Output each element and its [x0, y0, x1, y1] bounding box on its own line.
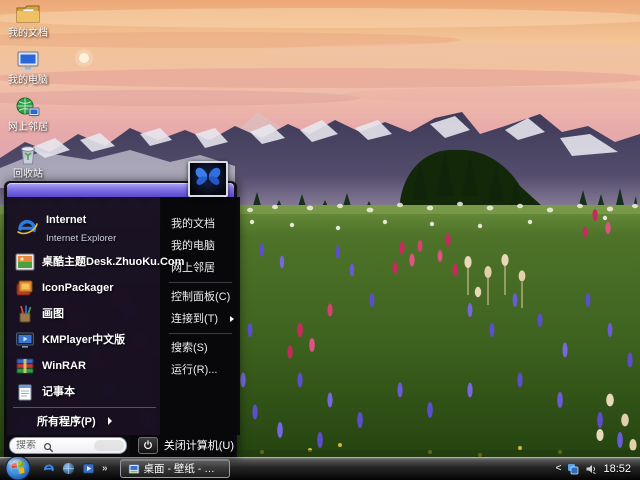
menu-separator	[169, 333, 233, 334]
tray-volume-icon[interactable]	[585, 463, 597, 475]
desktop-icon-my-documents[interactable]: 我的文档	[1, 2, 55, 40]
menu-item-internet[interactable]: Internet Internet Explorer	[13, 207, 156, 249]
menu-item-my-documents[interactable]: 我的文档	[161, 213, 240, 235]
menu-item-title: IconPackager	[42, 281, 114, 294]
shutdown-area[interactable]: 关闭计算机(U)	[129, 435, 234, 457]
desktop-icon-my-computer[interactable]: 我的电脑	[1, 49, 55, 87]
submenu-arrow-icon	[107, 417, 112, 425]
menu-item-control-panel[interactable]: 控制面板(C)	[161, 286, 240, 308]
power-icon	[137, 436, 158, 454]
shutdown-label: 关闭计算机(U)	[163, 440, 234, 452]
menu-item-title: Internet	[46, 214, 87, 226]
quick-launch: »	[42, 462, 108, 475]
menu-item-title: 画图	[42, 307, 64, 320]
search-area	[7, 435, 130, 457]
menu-item-title: KMPlayer中文版	[42, 333, 126, 346]
start-button[interactable]	[5, 455, 31, 480]
desktop-icon-recycle-bin[interactable]: 回收站	[1, 143, 55, 181]
my-computer-icon	[15, 49, 41, 73]
taskbar-clock[interactable]: 18:52	[603, 463, 631, 475]
menu-item-connect-to[interactable]: 连接到(T)	[161, 308, 240, 330]
my-documents-icon	[15, 2, 41, 26]
search-box-end-cap	[93, 439, 124, 451]
desktop-icon-label: 网上邻居	[8, 122, 48, 133]
desktop-icon-label: 我的电脑	[8, 75, 48, 86]
quick-launch-globe-icon[interactable]	[62, 462, 75, 475]
search-icon	[43, 440, 54, 453]
menu-item-my-computer[interactable]: 我的电脑	[161, 235, 240, 257]
butterfly-avatar-icon	[192, 163, 224, 196]
menu-item-notepad[interactable]: 记事本	[13, 379, 156, 405]
quick-launch-internet-explorer-icon[interactable]	[42, 462, 55, 475]
desktop-icon-list: 我的文档 我的电脑 网上邻居 回收站	[1, 2, 55, 181]
menu-item-kmplayer[interactable]: KMPlayer中文版	[13, 327, 156, 353]
start-menu-left-column: Internet Internet Explorer 桌酷主题Desk.Zhuo…	[7, 197, 184, 435]
taskbar-window-button[interactable]: 桌面 - 壁纸 - 桌酷壁...	[119, 459, 230, 478]
network-places-icon	[15, 96, 41, 120]
all-programs-label: 所有程序(P)	[37, 416, 96, 428]
start-menu-bottom: 关闭计算机(U)	[7, 435, 234, 457]
desktop-icon-label: 我的文档	[8, 28, 48, 39]
menu-item-zhuoku-theme[interactable]: 桌酷主题Desk.ZhuoKu.Com	[13, 249, 184, 275]
desktop-icon-network-places[interactable]: 网上邻居	[1, 96, 55, 134]
quick-launch-overflow-chevron[interactable]: »	[102, 463, 108, 474]
menu-item-title: WinRAR	[42, 359, 86, 372]
menu-item-subtitle: Internet Explorer	[46, 233, 117, 244]
window-button-icon	[128, 463, 140, 475]
iconpackager-icon	[15, 278, 35, 298]
screen: 我的文档 我的电脑 网上邻居 回收站 Internet Internet Exp…	[0, 0, 640, 480]
menu-item-network-places[interactable]: 网上邻居	[161, 257, 240, 279]
tray-display-icon[interactable]	[567, 463, 579, 475]
paint-icon	[15, 304, 35, 324]
start-menu-right-column: 我的文档 我的电脑 网上邻居 控制面板(C) 连接到(T) 搜索(S) 运行(R…	[161, 197, 241, 435]
all-programs-button[interactable]: 所有程序(P)	[13, 407, 156, 435]
search-box[interactable]	[9, 436, 127, 454]
menu-item-winrar[interactable]: WinRAR	[13, 353, 156, 379]
desktop-icon-label: 回收站	[13, 169, 43, 180]
notepad-icon	[15, 382, 35, 402]
kmplayer-icon	[15, 330, 35, 350]
start-menu-columns: Internet Internet Explorer 桌酷主题Desk.Zhuo…	[7, 197, 241, 435]
recycle-bin-icon	[15, 143, 41, 167]
internet-explorer-icon	[15, 216, 39, 240]
menu-item-search[interactable]: 搜索(S)	[161, 337, 240, 359]
menu-item-iconpackager[interactable]: IconPackager	[13, 275, 156, 301]
desktop-theme-icon	[15, 252, 35, 272]
taskbar: » 桌面 - 壁纸 - 桌酷壁... <	[0, 455, 640, 480]
tray-collapse-chevron[interactable]: <	[556, 463, 562, 474]
user-avatar	[188, 161, 228, 197]
window-button-label: 桌面 - 壁纸 - 桌酷壁...	[143, 463, 222, 475]
menu-item-run[interactable]: 运行(R)...	[161, 359, 240, 381]
system-tray: < 18:52	[556, 463, 640, 475]
start-menu: Internet Internet Explorer 桌酷主题Desk.Zhuo…	[4, 161, 241, 457]
menu-item-paint[interactable]: 画图	[13, 301, 156, 327]
quick-launch-media-icon[interactable]	[82, 462, 95, 475]
winrar-icon	[15, 356, 35, 376]
menu-item-title: 记事本	[42, 385, 75, 398]
menu-separator	[169, 282, 233, 283]
